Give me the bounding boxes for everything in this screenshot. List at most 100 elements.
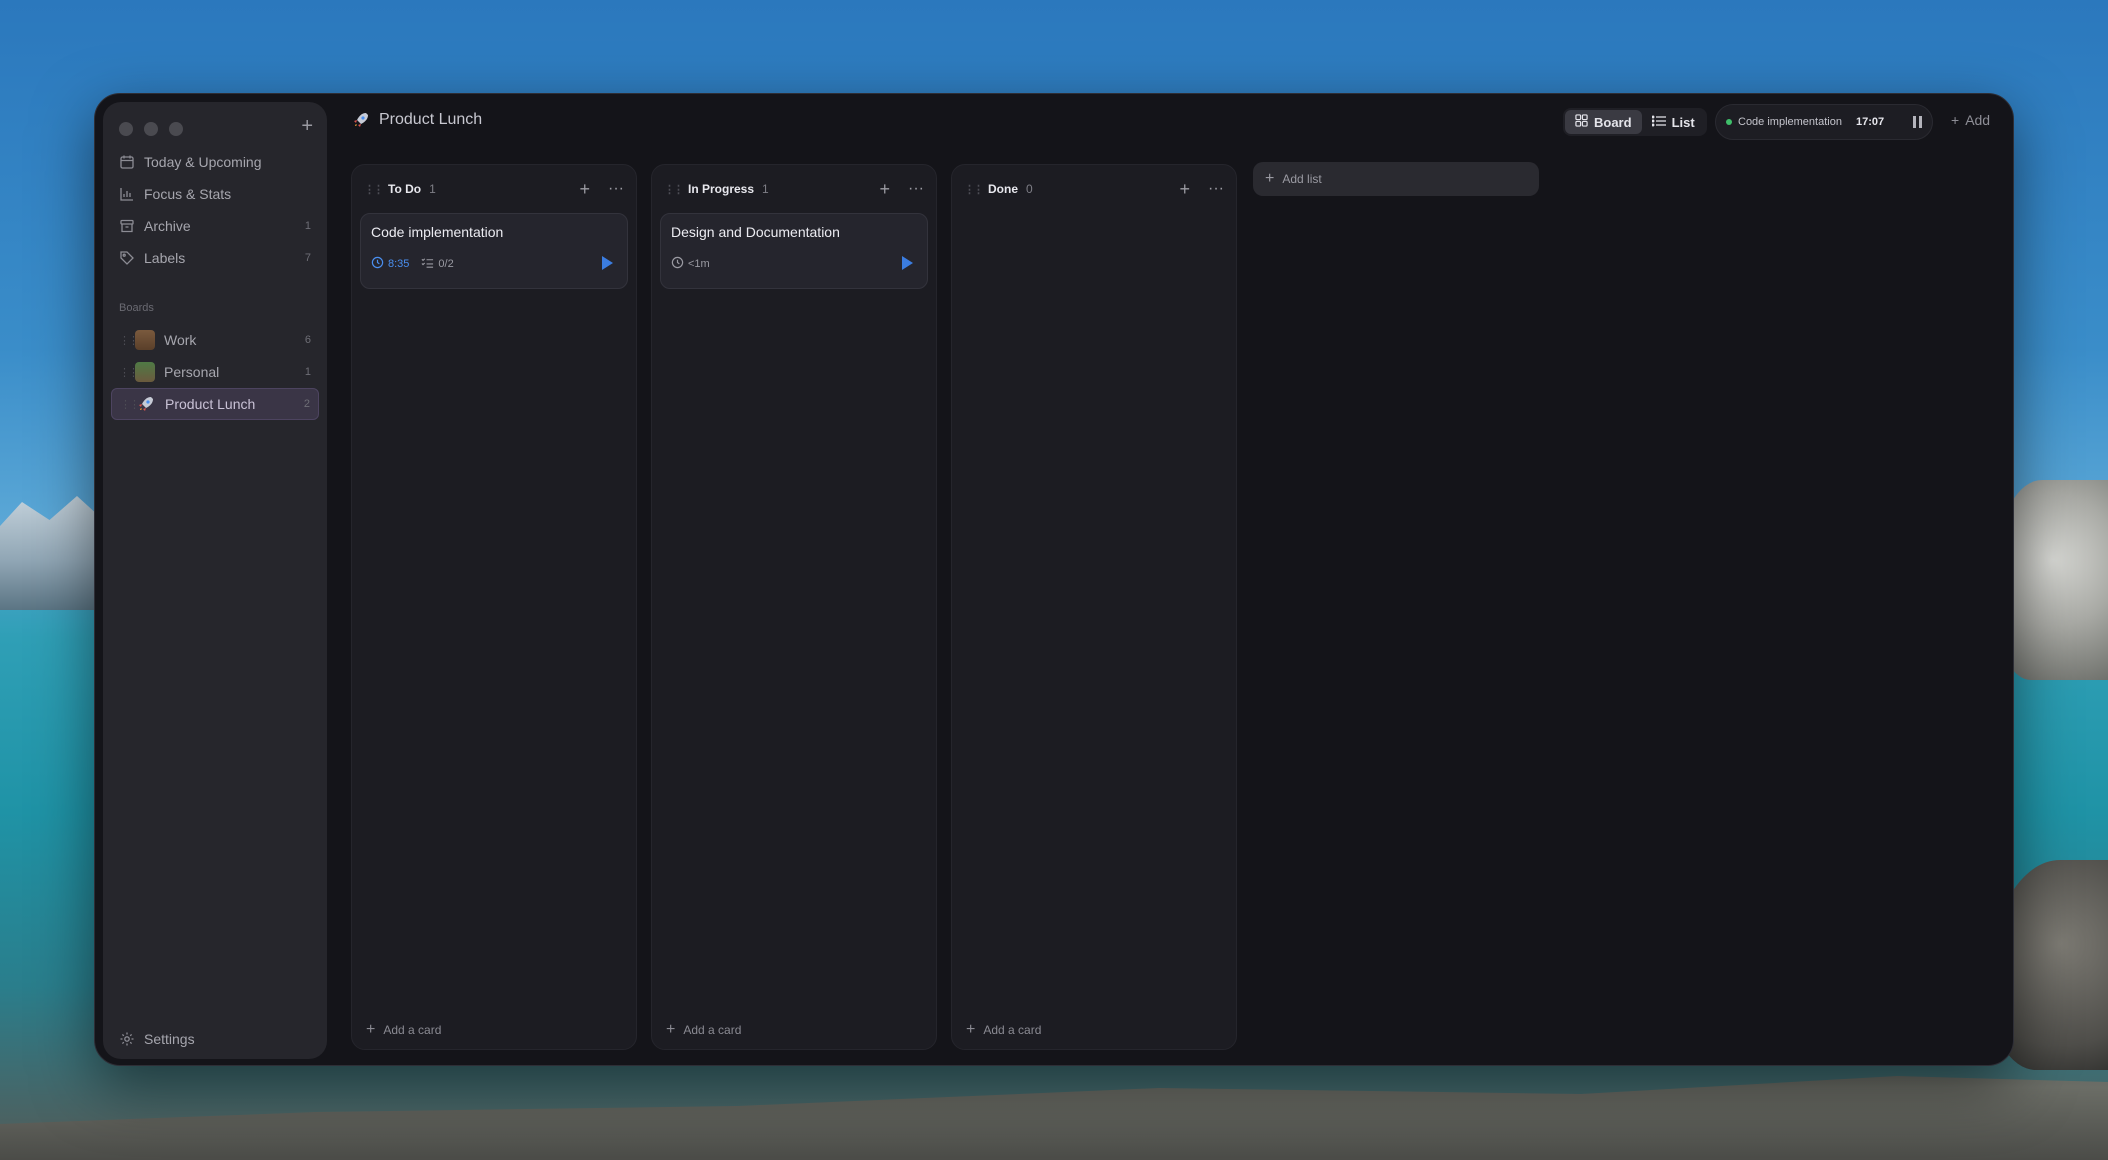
maximize-window-button[interactable] <box>169 122 183 136</box>
tag-icon <box>119 250 135 266</box>
add-card-label: Add a card <box>383 1023 442 1037</box>
column-count: 1 <box>762 182 769 196</box>
sidebar-item-label: Labels <box>144 250 186 266</box>
close-window-button[interactable] <box>119 122 133 136</box>
card-meta: 8:35 0/2 <box>371 256 454 272</box>
board-view-button[interactable]: Board <box>1565 110 1642 134</box>
house-icon <box>135 362 155 382</box>
board-count: 1 <box>304 366 311 378</box>
column-header: ⋮⋮ Done 0 + ··· <box>952 165 1236 213</box>
drag-handle-icon[interactable]: ⋮⋮ <box>120 398 140 411</box>
card-time-value: 8:35 <box>388 258 410 270</box>
pause-icon[interactable] <box>1913 116 1922 128</box>
sidebar-item-archive[interactable]: Archive 1 <box>111 210 319 242</box>
add-button[interactable]: + Add <box>1951 112 1990 128</box>
drag-handle-icon[interactable]: ⋮⋮ <box>119 366 139 379</box>
list-icon <box>1651 115 1666 130</box>
board-label: Work <box>164 332 197 348</box>
column-to-do: ⋮⋮ To Do 1 + ··· Code implementation 8:3… <box>351 164 637 1050</box>
sidebar-item-labels[interactable]: Labels 7 <box>111 242 319 274</box>
sidebar-nav: Today & Upcoming Focus & Stats Archive 1 <box>111 146 319 274</box>
sidebar: + Today & Upcoming Focus & Stats Archive… <box>103 102 327 1059</box>
board-count: 6 <box>304 334 311 346</box>
clock-icon <box>671 256 684 272</box>
chart-icon <box>119 186 135 202</box>
add-list-label: Add list <box>1282 172 1322 186</box>
column-count: 1 <box>429 182 436 196</box>
sidebar-board-product-lunch[interactable]: ⋮⋮ Product Lunch 2 <box>111 388 319 420</box>
more-options-icon[interactable]: ··· <box>908 180 924 198</box>
gear-icon <box>119 1031 135 1047</box>
list-view-label: List <box>1671 114 1695 130</box>
settings-button[interactable]: Settings <box>119 1031 195 1047</box>
card-checklist: 0/2 <box>421 257 454 272</box>
settings-label: Settings <box>144 1031 195 1047</box>
list-view-button[interactable]: List <box>1642 110 1705 134</box>
column-header: ⋮⋮ In Progress 1 + ··· <box>652 165 936 213</box>
plus-icon: + <box>1951 112 1960 128</box>
boards-list: ⋮⋮ Work 6 ⋮⋮ Personal 1 ⋮⋮ Product Lunch… <box>111 324 319 420</box>
column-title: Done <box>988 182 1018 196</box>
timer-status-dot <box>1726 119 1732 125</box>
sidebar-item-count: 7 <box>304 252 311 264</box>
drag-handle-icon[interactable]: ⋮⋮ <box>664 183 684 196</box>
sidebar-item-label: Archive <box>144 218 191 234</box>
play-icon[interactable] <box>902 256 913 270</box>
card-time-value: <1m <box>688 258 710 270</box>
board-title: Product Lunch <box>379 111 483 128</box>
add-card-label: Add a card <box>683 1023 742 1037</box>
add-card-plus-icon[interactable]: + <box>880 179 891 200</box>
clock-icon <box>371 256 384 272</box>
view-toggle: Board List <box>1563 108 1707 136</box>
page-title: Product Lunch <box>351 110 482 130</box>
timer-task-label: Code implementation <box>1738 116 1842 128</box>
minimize-window-button[interactable] <box>144 122 158 136</box>
card-meta: <1m <box>671 256 710 272</box>
drag-handle-icon[interactable]: ⋮⋮ <box>119 334 139 347</box>
timer-time: 17:07 <box>1855 116 1885 128</box>
card-time: <1m <box>671 256 710 272</box>
column-done: ⋮⋮ Done 0 + ··· + Add a card <box>951 164 1237 1050</box>
more-options-icon[interactable]: ··· <box>608 180 624 198</box>
plus-icon: + <box>966 1021 976 1038</box>
task-card[interactable]: Design and Documentation <1m <box>660 213 928 289</box>
checklist-icon <box>421 257 434 272</box>
column-count: 0 <box>1026 182 1033 196</box>
plus-icon: + <box>366 1021 376 1038</box>
add-card-button[interactable]: + Add a card <box>966 1021 1041 1039</box>
sidebar-item-label: Today & Upcoming <box>144 154 262 170</box>
background-rocks <box>1998 480 2108 680</box>
sidebar-item-today-upcoming[interactable]: Today & Upcoming <box>111 146 319 178</box>
plus-icon: + <box>666 1021 676 1038</box>
more-options-icon[interactable]: ··· <box>1208 180 1224 198</box>
briefcase-icon <box>135 330 155 350</box>
add-list-button[interactable]: + Add list <box>1253 162 1539 196</box>
board-view-label: Board <box>1594 114 1632 130</box>
column-header: ⋮⋮ To Do 1 + ··· <box>352 165 636 213</box>
rocket-icon <box>351 110 371 130</box>
sidebar-item-label: Focus & Stats <box>144 186 232 202</box>
sidebar-item-focus-stats[interactable]: Focus & Stats <box>111 178 319 210</box>
focus-timer[interactable]: Code implementation 17:07 <box>1715 104 1933 140</box>
add-card-button[interactable]: + Add a card <box>666 1021 741 1039</box>
sidebar-board-work[interactable]: ⋮⋮ Work 6 <box>111 324 319 356</box>
drag-handle-icon[interactable]: ⋮⋮ <box>364 183 384 196</box>
add-card-button[interactable]: + Add a card <box>366 1021 441 1039</box>
window-controls <box>119 122 183 136</box>
sidebar-board-personal[interactable]: ⋮⋮ Personal 1 <box>111 356 319 388</box>
board-count: 2 <box>303 398 310 410</box>
add-card-plus-icon[interactable]: + <box>580 179 591 200</box>
task-card[interactable]: Code implementation 8:35 0/2 <box>360 213 628 289</box>
play-icon[interactable] <box>602 256 613 270</box>
archive-icon <box>119 218 135 234</box>
card-time: 8:35 <box>371 256 409 272</box>
card-title: Code implementation <box>371 224 504 240</box>
calendar-icon <box>119 154 135 170</box>
card-checklist-value: 0/2 <box>438 258 454 270</box>
plus-icon: + <box>1265 170 1275 187</box>
drag-handle-icon[interactable]: ⋮⋮ <box>964 183 984 196</box>
new-board-plus-icon[interactable]: + <box>301 116 313 136</box>
add-label: Add <box>1965 112 1991 128</box>
sidebar-item-count: 1 <box>304 220 311 232</box>
add-card-plus-icon[interactable]: + <box>1180 179 1191 200</box>
